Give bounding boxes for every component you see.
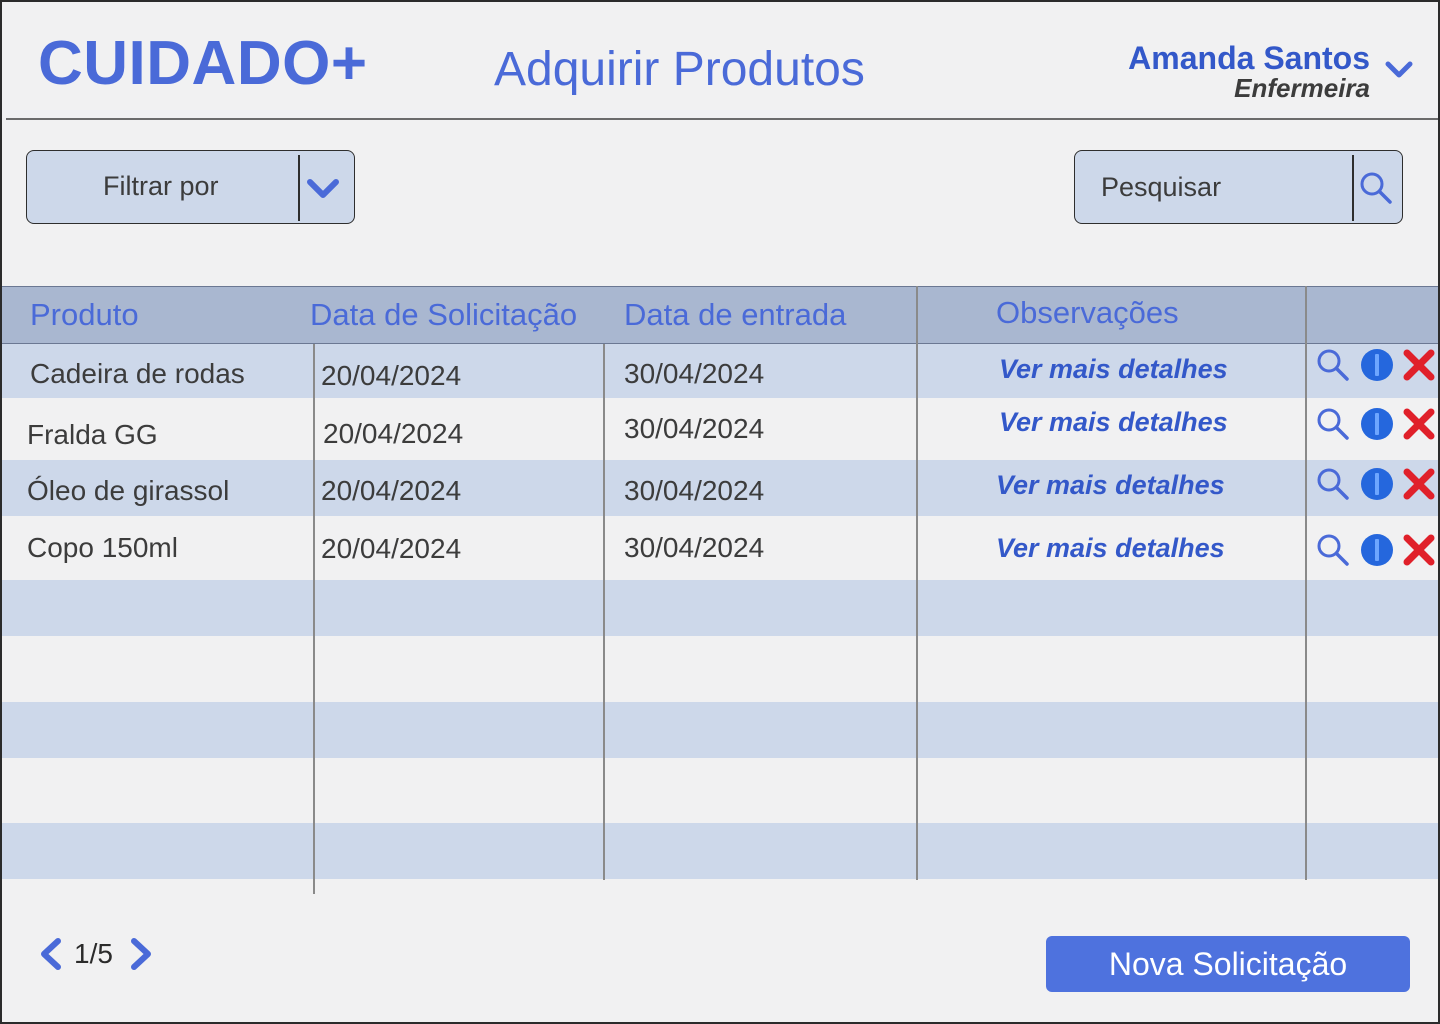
edit-icon[interactable] — [1360, 467, 1394, 501]
edit-icon[interactable] — [1360, 407, 1394, 441]
search-box — [1074, 150, 1403, 224]
delete-icon[interactable] — [1402, 533, 1436, 567]
table-header: Produto Data de Solicitação Data de entr… — [0, 286, 1440, 344]
chevron-left-icon[interactable] — [36, 936, 66, 972]
cell-produto: Óleo de girassol — [27, 475, 230, 506]
search-icon[interactable] — [1316, 533, 1350, 567]
edit-icon[interactable] — [1360, 348, 1394, 382]
new-request-button[interactable]: Nova Solicitação — [1046, 936, 1410, 992]
search-icon[interactable] — [1316, 348, 1350, 382]
chevron-down-icon[interactable] — [1384, 58, 1414, 82]
cell-data-entrada: 30/04/2024 — [624, 532, 765, 563]
page-title: Adquirir Produtos — [494, 43, 865, 96]
search-icon[interactable] — [1316, 467, 1350, 501]
column-header-data-solicitacao[interactable]: Data de Solicitação — [310, 297, 577, 333]
cell-produto: Fralda GG — [27, 419, 158, 450]
details-link[interactable]: Ver mais detalhes — [996, 470, 1225, 501]
cell-data-solicitacao: 20/04/2024 — [321, 533, 462, 564]
details-link[interactable]: Ver mais detalhes — [999, 354, 1228, 385]
cell-data-entrada: 30/04/2024 — [624, 475, 765, 506]
filter-dropdown[interactable]: Filtrar por — [26, 150, 355, 224]
cell-data-entrada: 30/04/2024 — [624, 413, 765, 444]
column-divider — [916, 286, 918, 880]
search-icon[interactable] — [1316, 407, 1350, 441]
cell-data-solicitacao: 20/04/2024 — [321, 475, 462, 506]
chevron-right-icon[interactable] — [126, 936, 156, 972]
app-logo: CUIDADO+ — [38, 29, 368, 98]
cell-data-entrada: 30/04/2024 — [624, 358, 765, 389]
details-link[interactable]: Ver mais detalhes — [999, 407, 1228, 438]
search-input[interactable] — [1085, 159, 1345, 215]
delete-icon[interactable] — [1402, 407, 1436, 441]
filter-divider — [298, 155, 300, 221]
details-link[interactable]: Ver mais detalhes — [996, 533, 1225, 564]
user-name[interactable]: Amanda Santos — [1128, 40, 1370, 77]
delete-icon[interactable] — [1402, 348, 1436, 382]
column-divider — [1305, 286, 1307, 880]
cell-produto: Copo 150ml — [27, 532, 178, 563]
chevron-down-icon[interactable] — [305, 175, 341, 203]
edit-icon[interactable] — [1360, 533, 1394, 567]
search-divider — [1352, 155, 1354, 221]
table-row-empty — [0, 823, 1440, 879]
column-divider — [313, 344, 315, 894]
cell-data-solicitacao: 20/04/2024 — [323, 418, 464, 449]
header-divider — [6, 118, 1438, 120]
search-icon[interactable] — [1359, 171, 1393, 205]
page-indicator: 1/5 — [74, 938, 113, 969]
column-header-data-entrada[interactable]: Data de entrada — [624, 297, 846, 333]
filter-label: Filtrar por — [103, 171, 219, 201]
column-header-produto[interactable]: Produto — [30, 297, 139, 333]
table-row-empty — [0, 580, 1440, 636]
column-divider — [603, 344, 605, 880]
cell-data-solicitacao: 20/04/2024 — [321, 360, 462, 391]
column-header-observacoes[interactable]: Observações — [996, 295, 1179, 331]
table-row-empty — [0, 702, 1440, 758]
delete-icon[interactable] — [1402, 467, 1436, 501]
user-role: Enfermeira — [1234, 73, 1370, 103]
cell-produto: Cadeira de rodas — [30, 358, 245, 389]
